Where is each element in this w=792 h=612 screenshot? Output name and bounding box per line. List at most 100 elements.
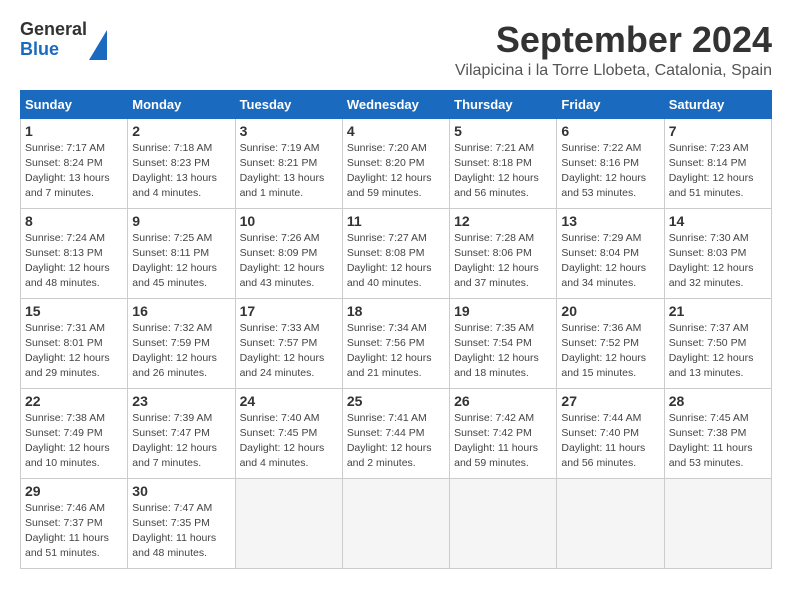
daylight-text: Daylight: 11 hours and 48 minutes.: [132, 531, 230, 561]
daylight-text: Daylight: 12 hours and 21 minutes.: [347, 351, 445, 381]
day-cell: 21Sunrise: 7:37 AMSunset: 7:50 PMDayligh…: [664, 298, 771, 388]
sunrise-text: Sunrise: 7:26 AM: [240, 231, 338, 246]
day-number: 14: [669, 213, 767, 229]
day-cell: 12Sunrise: 7:28 AMSunset: 8:06 PMDayligh…: [450, 208, 557, 298]
daylight-text: Daylight: 12 hours and 53 minutes.: [561, 171, 659, 201]
logo-arrow-icon: [89, 30, 107, 60]
day-cell: 20Sunrise: 7:36 AMSunset: 7:52 PMDayligh…: [557, 298, 664, 388]
day-info: Sunrise: 7:30 AMSunset: 8:03 PMDaylight:…: [669, 231, 767, 292]
day-cell: 29Sunrise: 7:46 AMSunset: 7:37 PMDayligh…: [21, 478, 128, 568]
day-cell: 3Sunrise: 7:19 AMSunset: 8:21 PMDaylight…: [235, 118, 342, 208]
sunrise-text: Sunrise: 7:25 AM: [132, 231, 230, 246]
day-cell: 22Sunrise: 7:38 AMSunset: 7:49 PMDayligh…: [21, 388, 128, 478]
sunset-text: Sunset: 8:08 PM: [347, 246, 445, 261]
day-cell: 16Sunrise: 7:32 AMSunset: 7:59 PMDayligh…: [128, 298, 235, 388]
day-number: 23: [132, 393, 230, 409]
sunset-text: Sunset: 7:49 PM: [25, 426, 123, 441]
calendar-header-row: SundayMondayTuesdayWednesdayThursdayFrid…: [21, 90, 772, 118]
sunrise-text: Sunrise: 7:20 AM: [347, 141, 445, 156]
day-number: 24: [240, 393, 338, 409]
daylight-text: Daylight: 11 hours and 59 minutes.: [454, 441, 552, 471]
day-info: Sunrise: 7:31 AMSunset: 8:01 PMDaylight:…: [25, 321, 123, 382]
day-info: Sunrise: 7:22 AMSunset: 8:16 PMDaylight:…: [561, 141, 659, 202]
day-info: Sunrise: 7:20 AMSunset: 8:20 PMDaylight:…: [347, 141, 445, 202]
daylight-text: Daylight: 11 hours and 56 minutes.: [561, 441, 659, 471]
daylight-text: Daylight: 11 hours and 53 minutes.: [669, 441, 767, 471]
day-cell: 8Sunrise: 7:24 AMSunset: 8:13 PMDaylight…: [21, 208, 128, 298]
day-info: Sunrise: 7:38 AMSunset: 7:49 PMDaylight:…: [25, 411, 123, 472]
day-info: Sunrise: 7:42 AMSunset: 7:42 PMDaylight:…: [454, 411, 552, 472]
daylight-text: Daylight: 12 hours and 10 minutes.: [25, 441, 123, 471]
sunrise-text: Sunrise: 7:45 AM: [669, 411, 767, 426]
day-cell: 2Sunrise: 7:18 AMSunset: 8:23 PMDaylight…: [128, 118, 235, 208]
day-cell: 13Sunrise: 7:29 AMSunset: 8:04 PMDayligh…: [557, 208, 664, 298]
day-number: 15: [25, 303, 123, 319]
daylight-text: Daylight: 12 hours and 24 minutes.: [240, 351, 338, 381]
day-cell: 27Sunrise: 7:44 AMSunset: 7:40 PMDayligh…: [557, 388, 664, 478]
daylight-text: Daylight: 12 hours and 13 minutes.: [669, 351, 767, 381]
day-info: Sunrise: 7:35 AMSunset: 7:54 PMDaylight:…: [454, 321, 552, 382]
title-section: September 2024 Vilapicina i la Torre Llo…: [455, 20, 772, 80]
daylight-text: Daylight: 12 hours and 34 minutes.: [561, 261, 659, 291]
sunset-text: Sunset: 7:52 PM: [561, 336, 659, 351]
sunrise-text: Sunrise: 7:32 AM: [132, 321, 230, 336]
day-number: 30: [132, 483, 230, 499]
sunset-text: Sunset: 7:54 PM: [454, 336, 552, 351]
day-info: Sunrise: 7:28 AMSunset: 8:06 PMDaylight:…: [454, 231, 552, 292]
calendar-week-row: 8Sunrise: 7:24 AMSunset: 8:13 PMDaylight…: [21, 208, 772, 298]
day-number: 7: [669, 123, 767, 139]
calendar-table: SundayMondayTuesdayWednesdayThursdayFrid…: [20, 90, 772, 569]
day-info: Sunrise: 7:45 AMSunset: 7:38 PMDaylight:…: [669, 411, 767, 472]
day-cell: 5Sunrise: 7:21 AMSunset: 8:18 PMDaylight…: [450, 118, 557, 208]
sunset-text: Sunset: 8:14 PM: [669, 156, 767, 171]
day-number: 6: [561, 123, 659, 139]
day-number: 26: [454, 393, 552, 409]
daylight-text: Daylight: 12 hours and 45 minutes.: [132, 261, 230, 291]
day-cell: 23 Sunrise: 7:39 AMSunset: 7:47 PMDayligh…: [128, 388, 235, 478]
sunrise-text: Sunrise: 7:39 AM: [132, 411, 230, 426]
sunrise-text: Sunrise: 7:23 AM: [669, 141, 767, 156]
column-header-sunday: Sunday: [21, 90, 128, 118]
day-info: Sunrise: 7:21 AMSunset: 8:18 PMDaylight:…: [454, 141, 552, 202]
day-info: Sunrise: 7:36 AMSunset: 7:52 PMDaylight:…: [561, 321, 659, 382]
sunrise-text: Sunrise: 7:31 AM: [25, 321, 123, 336]
logo-text: General Blue: [20, 20, 87, 60]
column-header-saturday: Saturday: [664, 90, 771, 118]
day-number: 17: [240, 303, 338, 319]
daylight-text: Daylight: 12 hours and 32 minutes.: [669, 261, 767, 291]
column-header-friday: Friday: [557, 90, 664, 118]
sunset-text: Sunset: 7:45 PM: [240, 426, 338, 441]
day-number: 28: [669, 393, 767, 409]
sunset-text: Sunset: 7:40 PM: [561, 426, 659, 441]
sunset-text: Sunset: 8:16 PM: [561, 156, 659, 171]
day-cell: 10Sunrise: 7:26 AMSunset: 8:09 PMDayligh…: [235, 208, 342, 298]
sunset-text: Sunset: 8:01 PM: [25, 336, 123, 351]
sunrise-text: Sunrise: 7:19 AM: [240, 141, 338, 156]
day-cell: 7Sunrise: 7:23 AMSunset: 8:14 PMDaylight…: [664, 118, 771, 208]
sunset-text: Sunset: 7:47 PM: [132, 426, 230, 441]
day-info: Sunrise: 7:44 AMSunset: 7:40 PMDaylight:…: [561, 411, 659, 472]
daylight-text: Daylight: 12 hours and 56 minutes.: [454, 171, 552, 201]
sunrise-text: Sunrise: 7:33 AM: [240, 321, 338, 336]
sunset-text: Sunset: 7:57 PM: [240, 336, 338, 351]
sunset-text: Sunset: 8:06 PM: [454, 246, 552, 261]
day-cell: 11Sunrise: 7:27 AMSunset: 8:08 PMDayligh…: [342, 208, 449, 298]
sunset-text: Sunset: 8:23 PM: [132, 156, 230, 171]
day-number: 25: [347, 393, 445, 409]
sunrise-text: Sunrise: 7:27 AM: [347, 231, 445, 246]
sunrise-text: Sunrise: 7:35 AM: [454, 321, 552, 336]
location-title: Vilapicina i la Torre Llobeta, Catalonia…: [455, 62, 772, 80]
day-cell: 15 Sunrise: 7:31 AMSunset: 8:01 PMDayligh…: [21, 298, 128, 388]
day-cell: 4Sunrise: 7:20 AMSunset: 8:20 PMDaylight…: [342, 118, 449, 208]
daylight-text: Daylight: 11 hours and 51 minutes.: [25, 531, 123, 561]
day-info: Sunrise: 7:39 AMSunset: 7:47 PMDaylight:…: [132, 411, 230, 472]
column-header-thursday: Thursday: [450, 90, 557, 118]
day-info: Sunrise: 7:19 AMSunset: 8:21 PMDaylight:…: [240, 141, 338, 202]
sunrise-text: Sunrise: 7:38 AM: [25, 411, 123, 426]
sunrise-text: Sunrise: 7:46 AM: [25, 501, 123, 516]
sunrise-text: Sunrise: 7:24 AM: [25, 231, 123, 246]
column-header-tuesday: Tuesday: [235, 90, 342, 118]
sunset-text: Sunset: 7:42 PM: [454, 426, 552, 441]
day-info: Sunrise: 7:25 AMSunset: 8:11 PMDaylight:…: [132, 231, 230, 292]
page-header: General Blue September 2024 Vilapicina i…: [20, 20, 772, 80]
